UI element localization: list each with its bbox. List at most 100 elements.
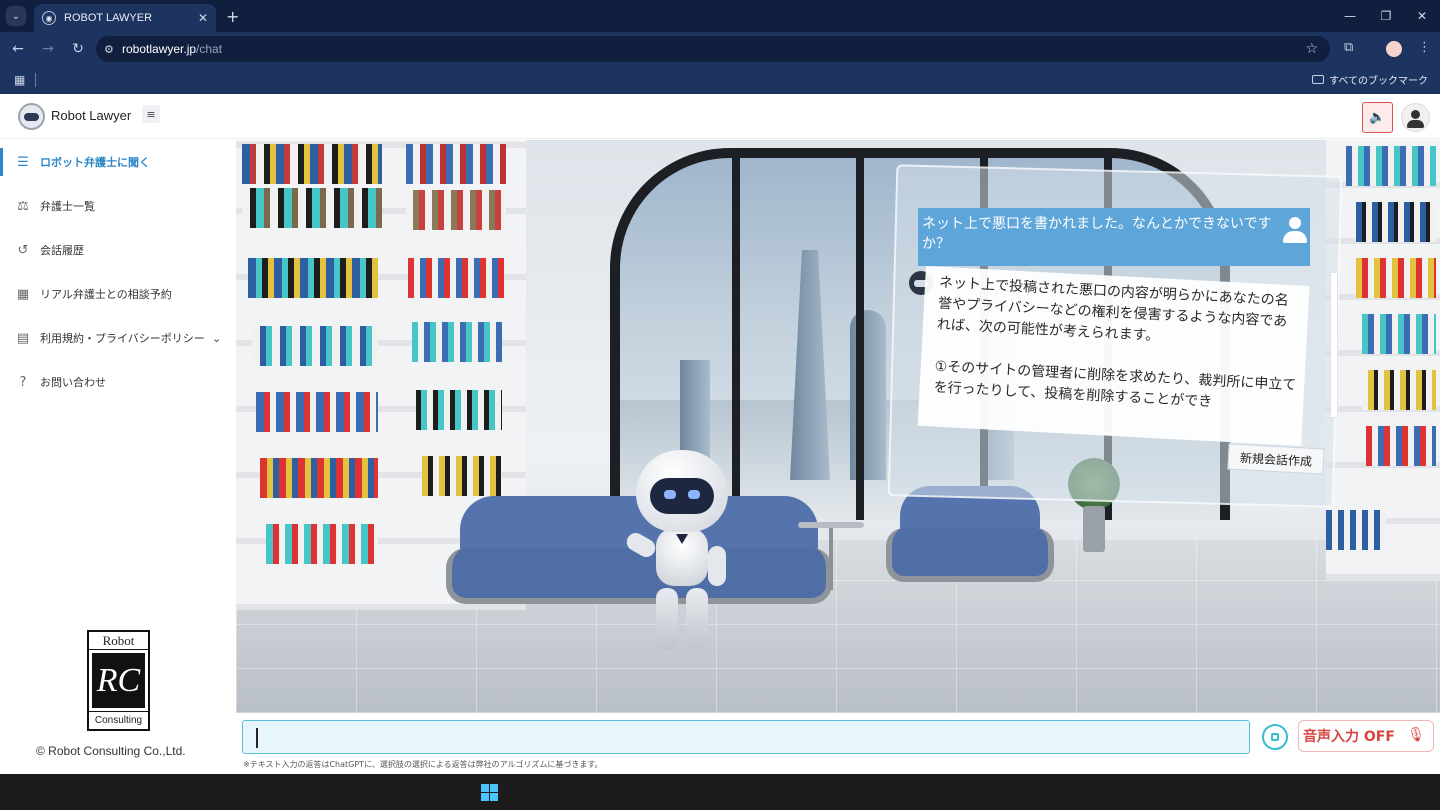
robot-body: [656, 528, 708, 586]
chat-input-wrapper[interactable]: [242, 720, 1250, 754]
tab-title: ROBOT LAWYER: [64, 12, 153, 24]
sidebar-item-ask-robot[interactable]: ☰ ロボット弁護士に聞く: [0, 140, 236, 184]
new-tab-plus-icon[interactable]: +: [226, 7, 239, 26]
robot-arm-left: [623, 529, 659, 561]
user-avatar-head: [1289, 217, 1301, 229]
sidebar-item-label: リアル弁護士との相談予約: [40, 288, 172, 301]
folder-icon: [1312, 75, 1325, 84]
text-caret: [256, 728, 258, 748]
robot-visor: [650, 478, 714, 514]
robot-lawyer-avatar: [623, 450, 738, 656]
tab-close-icon[interactable]: ✕: [198, 11, 208, 25]
scales-icon: ⚖: [17, 198, 29, 214]
windows-start-icon[interactable]: [481, 784, 498, 801]
robot-logo-icon: [18, 103, 45, 130]
user-icon-body: [1407, 120, 1424, 128]
sidebar-item-label: 弁護士一覧: [40, 200, 95, 213]
chat-input[interactable]: [243, 721, 1249, 753]
apps-grid-icon[interactable]: ▦: [14, 73, 25, 87]
minimize-icon[interactable]: —: [1332, 0, 1368, 32]
user-message-text: ネット上で悪口を書かれました。なんとかできないですか？: [922, 216, 1272, 252]
url-host: robotlawyer.jp: [122, 42, 197, 56]
armchair-seat: [886, 528, 1054, 582]
window-controls: — ❐ ✕: [1332, 0, 1440, 32]
sidebar: ☰ ロボット弁護士に聞く ⚖ 弁護士一覧 ↺ 会話履歴 ▦ リアル弁護士との相談…: [0, 140, 236, 774]
robot-eye: [688, 490, 700, 499]
forward-arrow-icon[interactable]: →: [36, 37, 60, 61]
browser-menu-icon[interactable]: ⋮: [1418, 40, 1431, 55]
os-taskbar: [0, 774, 1440, 810]
url-path: /chat: [196, 42, 223, 56]
brand-name[interactable]: Robot Lawyer: [51, 108, 131, 123]
robot-head: [636, 450, 728, 532]
bookmark-star-icon[interactable]: ☆: [1305, 41, 1318, 57]
all-bookmarks-button[interactable]: すべてのブックマーク: [1312, 72, 1428, 87]
stop-button[interactable]: [1262, 724, 1288, 750]
browser-toolbar: ← → ↻ ⚙ robotlawyer.jp/chat ☆ ⧉ ⋮: [0, 32, 1440, 66]
back-arrow-icon[interactable]: ←: [6, 37, 30, 61]
profile-avatar[interactable]: [1386, 41, 1402, 57]
browser-tab-strip: ⌄ ◉ ROBOT LAWYER ✕ + — ❐ ✕: [0, 0, 1440, 32]
browser-tab[interactable]: ◉ ROBOT LAWYER ✕: [34, 4, 216, 32]
sidebar-item-label: お問い合わせ: [40, 376, 106, 389]
virtual-office-scene: ネット上で悪口を書かれました。なんとかできないですか？ ネット上で投稿された悪口…: [236, 140, 1440, 713]
voice-input-label: 音声入力 OFF: [1303, 729, 1395, 745]
site-favicon-icon: ◉: [42, 11, 56, 25]
reload-icon[interactable]: ↻: [66, 37, 90, 61]
address-bar[interactable]: ⚙ robotlawyer.jp/chat ☆: [96, 36, 1330, 62]
history-icon: ↺: [17, 242, 29, 258]
site-settings-icon[interactable]: ⚙: [104, 43, 122, 56]
robot-leg-left: [656, 588, 678, 650]
input-disclaimer: ※テキスト入力の返答はChatGPTに、選択肢の選択による返答は弊社のアルゴリズ…: [243, 760, 603, 769]
tab-search-chevron-icon[interactable]: ⌄: [6, 6, 26, 26]
sidebar-item-lawyers[interactable]: ⚖ 弁護士一覧: [0, 184, 236, 228]
robot-eye: [664, 490, 676, 499]
calendar-icon: ▦: [16, 286, 30, 302]
city-tower: [790, 250, 830, 480]
user-message-bubble: ネット上で悪口を書かれました。なんとかできないですか？: [918, 208, 1310, 266]
window-mullion: [856, 158, 864, 520]
sidebar-item-terms[interactable]: ▤ 利用規約・プライバシーポリシー ⌄: [0, 316, 236, 360]
robot-chat-icon: ☰: [17, 154, 29, 170]
mute-toggle-button[interactable]: 🔈: [1362, 102, 1393, 133]
speaker-muted-icon: 🔈: [1369, 110, 1386, 125]
sidebar-item-contact[interactable]: ? お問い合わせ: [0, 360, 236, 404]
logo-monogram: RC: [92, 653, 145, 708]
user-account-button[interactable]: [1401, 103, 1430, 132]
bot-message-text: ネット上で投稿された悪口の内容が明らかにあなたの名誉やプライバシーなどの権利を侵…: [933, 274, 1297, 411]
document-icon: ▤: [16, 330, 30, 346]
chevron-down-icon[interactable]: ⌄: [212, 332, 221, 345]
sidebar-item-booking[interactable]: ▦ リアル弁護士との相談予約: [0, 272, 236, 316]
stop-square-icon: [1271, 733, 1279, 741]
user-icon-head: [1411, 110, 1420, 119]
side-table: [798, 522, 864, 592]
bookshelf-right: [1326, 140, 1440, 580]
sidebar-item-label: 会話履歴: [40, 244, 84, 257]
copyright-text: © Robot Consulting Co.,Ltd.: [36, 744, 186, 758]
mic-off-icon: 🎙: [1407, 727, 1425, 743]
sidebar-item-history[interactable]: ↺ 会話履歴: [0, 228, 236, 272]
robot-arm-right: [708, 546, 726, 586]
user-avatar-icon: [1280, 217, 1310, 247]
bookmarks-bar: ▦ すべてのブックマーク: [0, 66, 1440, 94]
window-close-icon[interactable]: ✕: [1404, 0, 1440, 32]
all-bookmarks-label: すべてのブックマーク: [1329, 76, 1428, 87]
new-chat-button[interactable]: 新規会話作成: [1227, 443, 1325, 475]
armchair: [886, 486, 1054, 584]
extensions-puzzle-icon[interactable]: ⧉: [1344, 40, 1353, 55]
app-header: Robot Lawyer ≡ 🔈: [0, 95, 1440, 139]
sidebar-item-label: 利用規約・プライバシーポリシー: [40, 332, 205, 345]
bot-message-bubble[interactable]: ネット上で投稿された悪口の内容が明らかにあなたの名誉やプライバシーなどの権利を侵…: [917, 266, 1310, 446]
table-leg: [829, 528, 833, 590]
chat-scrollbar[interactable]: [1330, 272, 1338, 418]
robot-leg-right: [686, 588, 708, 650]
voice-input-toggle[interactable]: 音声入力 OFF 🎙: [1298, 720, 1434, 752]
question-icon: ?: [19, 374, 27, 390]
logo-top-text: Robot: [89, 632, 148, 650]
plant-pot: [1083, 506, 1105, 552]
sidebar-item-label: ロボット弁護士に聞く: [40, 156, 150, 169]
user-avatar-body: [1283, 231, 1307, 243]
logo-bottom-text: Consulting: [89, 711, 148, 729]
menu-toggle-icon[interactable]: ≡: [142, 105, 160, 123]
restore-icon[interactable]: ❐: [1368, 0, 1404, 32]
